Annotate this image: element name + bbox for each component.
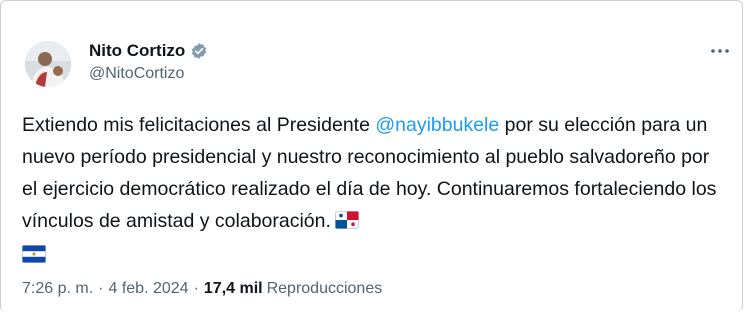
profile-photo-icon xyxy=(25,41,71,87)
flag-panama-icon xyxy=(334,207,359,239)
tweet-card: Nito Cortizo @NitoCortizo Extiendo mis f… xyxy=(0,0,743,312)
tweet-meta: 7:26 p. m. · 4 feb. 2024 · 17,4 mil Repr… xyxy=(22,280,382,298)
meta-separator: · xyxy=(98,280,104,297)
tweet-text: Extiendo mis felicitaciones al President… xyxy=(22,109,722,273)
verified-badge-icon xyxy=(190,42,208,60)
author-display-name[interactable]: Nito Cortizo xyxy=(89,41,185,61)
views-count[interactable]: 17,4 mil xyxy=(204,280,263,298)
mention-link[interactable]: @nayibbukele xyxy=(375,114,499,136)
author-name-row: Nito Cortizo xyxy=(89,41,208,61)
author-handle[interactable]: @NitoCortizo xyxy=(89,65,184,83)
tweet-text-before: Extiendo mis felicitaciones al President… xyxy=(22,114,376,136)
tweet-time[interactable]: 7:26 p. m. xyxy=(22,280,93,298)
tweet-date[interactable]: 4 feb. 2024 xyxy=(108,280,188,298)
more-options-button[interactable] xyxy=(709,43,731,59)
meta-separator: · xyxy=(193,280,199,297)
views-label[interactable]: Reproducciones xyxy=(267,280,383,298)
flag-el-salvador-icon xyxy=(22,241,46,273)
ellipsis-icon xyxy=(711,49,729,53)
avatar[interactable] xyxy=(25,41,71,87)
